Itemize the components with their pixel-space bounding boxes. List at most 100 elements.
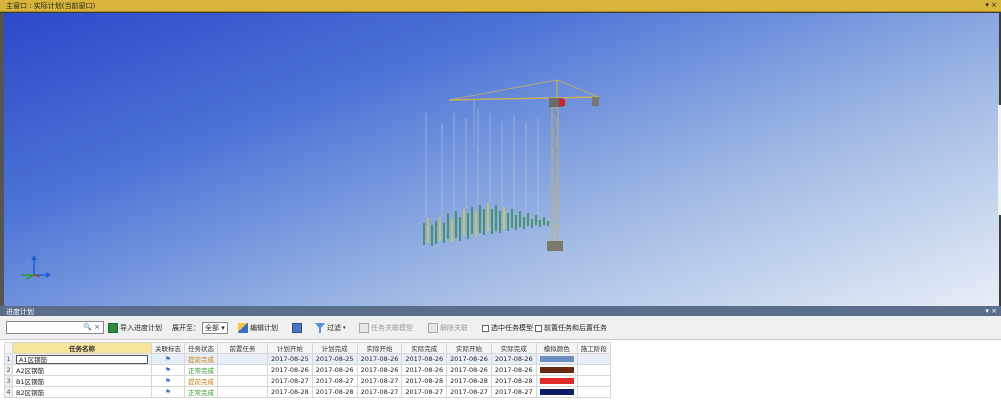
plan-finish-cell[interactable]: 2017-08-28 <box>311 386 358 398</box>
filter-funnel-icon <box>315 323 325 333</box>
color-swatch <box>539 378 574 384</box>
import-excel-icon <box>108 323 118 333</box>
plan-finish-cell[interactable]: 2017-08-27 <box>311 375 358 387</box>
3d-viewport[interactable] <box>4 13 999 306</box>
prev-next-task-label: 前置任务和后置任务 <box>544 324 607 332</box>
actual-start-cell[interactable]: 2017-08-26 <box>356 364 403 376</box>
filter-button[interactable]: 过滤 ▾ <box>315 322 346 334</box>
col-actual-finish-2[interactable]: 实际完成 <box>490 342 537 354</box>
phase-cell[interactable] <box>576 353 611 365</box>
actual-start-cell-2[interactable]: 2017-08-28 <box>446 375 492 387</box>
prev-next-task-checkbox[interactable] <box>535 324 542 332</box>
sim-color-cell[interactable] <box>535 386 578 398</box>
only-current-task-checkbox[interactable] <box>482 324 489 332</box>
save-button[interactable] <box>292 322 302 334</box>
col-sim-color[interactable]: 模拟颜色 <box>535 342 578 354</box>
only-current-task-toggle[interactable]: 选中任务模型 <box>482 322 533 334</box>
predecessor-cell[interactable] <box>217 386 268 398</box>
row-number: 1 <box>4 353 13 365</box>
col-plan-start[interactable]: 计划开始 <box>267 342 313 354</box>
panel-pin-close-icon[interactable]: ▾ × <box>985 307 997 315</box>
predecessor-cell[interactable] <box>217 364 268 376</box>
sim-color-cell[interactable] <box>535 375 578 387</box>
assoc-model-button[interactable]: 任务关联模型 <box>359 322 413 334</box>
phase-cell[interactable] <box>576 364 611 376</box>
actual-finish-cell[interactable]: 2017-08-27 <box>401 386 448 398</box>
window-pin-close-icon[interactable]: ▾ × <box>985 1 997 9</box>
table-row[interactable]: 3 B1区钢筋 ⚑ 提前完成 2017-08-27 2017-08-27 201… <box>4 375 611 387</box>
predecessor-cell[interactable] <box>217 375 268 387</box>
col-link-flag[interactable]: 关联标志 <box>151 342 185 354</box>
link-flag-icon: ⚑ <box>151 375 185 387</box>
row-number-header <box>4 342 13 354</box>
filter-dropdown-icon[interactable]: ▾ <box>343 325 346 331</box>
task-name-cell[interactable]: B1区钢筋 <box>12 375 152 387</box>
row-number: 4 <box>4 386 13 398</box>
col-predecessor[interactable]: 前置任务 <box>217 342 268 354</box>
task-status-cell: 提前完成 <box>184 353 218 365</box>
plan-finish-cell[interactable]: 2017-08-26 <box>311 364 358 376</box>
col-plan-finish[interactable]: 计划完成 <box>311 342 358 354</box>
import-schedule-button[interactable]: 导入进度计划 <box>108 322 162 334</box>
import-schedule-label: 导入进度计划 <box>120 324 162 332</box>
task-name-cell[interactable]: A1区钢筋 <box>12 353 152 365</box>
expand-level-select[interactable]: 全部 ▾ <box>202 322 228 334</box>
plan-start-cell[interactable]: 2017-08-25 <box>267 353 313 365</box>
link-flag-icon: ⚑ <box>151 364 185 376</box>
search-clear-icons[interactable]: 🔍 × <box>83 323 100 331</box>
filter-label: 过滤 <box>327 324 341 332</box>
table-row[interactable]: 1 A1区钢筋 ⚑ 提前完成 2017-08-25 2017-08-25 201… <box>4 353 611 365</box>
sim-color-cell[interactable] <box>535 364 578 376</box>
col-construction-phase[interactable]: 施工阶段 <box>576 342 611 354</box>
task-name-editor[interactable]: A1区钢筋 <box>16 354 148 364</box>
actual-finish-cell-2[interactable]: 2017-08-26 <box>490 353 537 365</box>
actual-finish-cell-2[interactable]: 2017-08-26 <box>490 364 537 376</box>
actual-finish-cell-2[interactable]: 2017-08-27 <box>490 386 537 398</box>
actual-start-cell-2[interactable]: 2017-08-27 <box>446 386 492 398</box>
schedule-grid: 任务名称 关联标志 任务状态 前置任务 计划开始 计划完成 实际开始 实际完成 … <box>0 340 1001 405</box>
prev-next-task-toggle[interactable]: 前置任务和后置任务 <box>535 322 607 334</box>
expand-level-value: 全部 <box>205 324 219 332</box>
task-status-cell: 正常完成 <box>184 386 218 398</box>
edit-pencil-icon <box>238 323 248 333</box>
col-actual-finish-1[interactable]: 实际完成 <box>401 342 448 354</box>
predecessor-cell[interactable] <box>217 353 268 365</box>
axis-gizmo[interactable] <box>22 255 51 280</box>
actual-finish-cell[interactable]: 2017-08-26 <box>401 364 448 376</box>
col-actual-start-2[interactable]: 实际开始 <box>446 342 492 354</box>
col-task-name[interactable]: 任务名称 <box>12 342 152 354</box>
actual-finish-cell[interactable]: 2017-08-28 <box>401 375 448 387</box>
schedule-table: 任务名称 关联标志 任务状态 前置任务 计划开始 计划完成 实际开始 实际完成 … <box>4 342 611 398</box>
rebar-vertical-bars <box>425 108 539 218</box>
actual-start-cell[interactable]: 2017-08-26 <box>356 353 403 365</box>
search-input[interactable] <box>7 322 83 332</box>
plan-finish-cell[interactable]: 2017-08-25 <box>311 353 358 365</box>
table-row[interactable]: 4 B2区钢筋 ⚑ 正常完成 2017-08-28 2017-08-28 201… <box>4 386 611 398</box>
table-row[interactable]: 2 A2区钢筋 ⚑ 正常完成 2017-08-26 2017-08-26 201… <box>4 364 611 376</box>
phase-cell[interactable] <box>576 375 611 387</box>
row-number: 3 <box>4 375 13 387</box>
remove-assoc-button[interactable]: 解除关联 <box>428 322 468 334</box>
link-model-icon <box>359 323 369 333</box>
actual-start-cell-2[interactable]: 2017-08-26 <box>446 364 492 376</box>
color-swatch <box>539 367 574 373</box>
task-name-cell[interactable]: A2区钢筋 <box>12 364 152 376</box>
plan-start-cell[interactable]: 2017-08-27 <box>267 375 313 387</box>
actual-finish-cell-2[interactable]: 2017-08-28 <box>490 375 537 387</box>
actual-start-cell[interactable]: 2017-08-27 <box>356 386 403 398</box>
task-name-cell[interactable]: B2区钢筋 <box>12 386 152 398</box>
task-status-cell: 提前完成 <box>184 375 218 387</box>
plan-start-cell[interactable]: 2017-08-28 <box>267 386 313 398</box>
phase-cell[interactable] <box>576 386 611 398</box>
col-actual-start-1[interactable]: 实际开始 <box>356 342 403 354</box>
plan-start-cell[interactable]: 2017-08-26 <box>267 364 313 376</box>
edit-plan-button[interactable]: 编辑计划 <box>238 322 278 334</box>
assoc-model-label: 任务关联模型 <box>371 324 413 332</box>
actual-start-cell[interactable]: 2017-08-27 <box>356 375 403 387</box>
sim-color-cell[interactable] <box>535 353 578 365</box>
schedule-panel-title-bar: 进度计划 ▾ × <box>0 306 1001 316</box>
actual-finish-cell[interactable]: 2017-08-26 <box>401 353 448 365</box>
actual-start-cell-2[interactable]: 2017-08-26 <box>446 353 492 365</box>
col-task-status[interactable]: 任务状态 <box>184 342 218 354</box>
unlink-icon <box>428 323 438 333</box>
